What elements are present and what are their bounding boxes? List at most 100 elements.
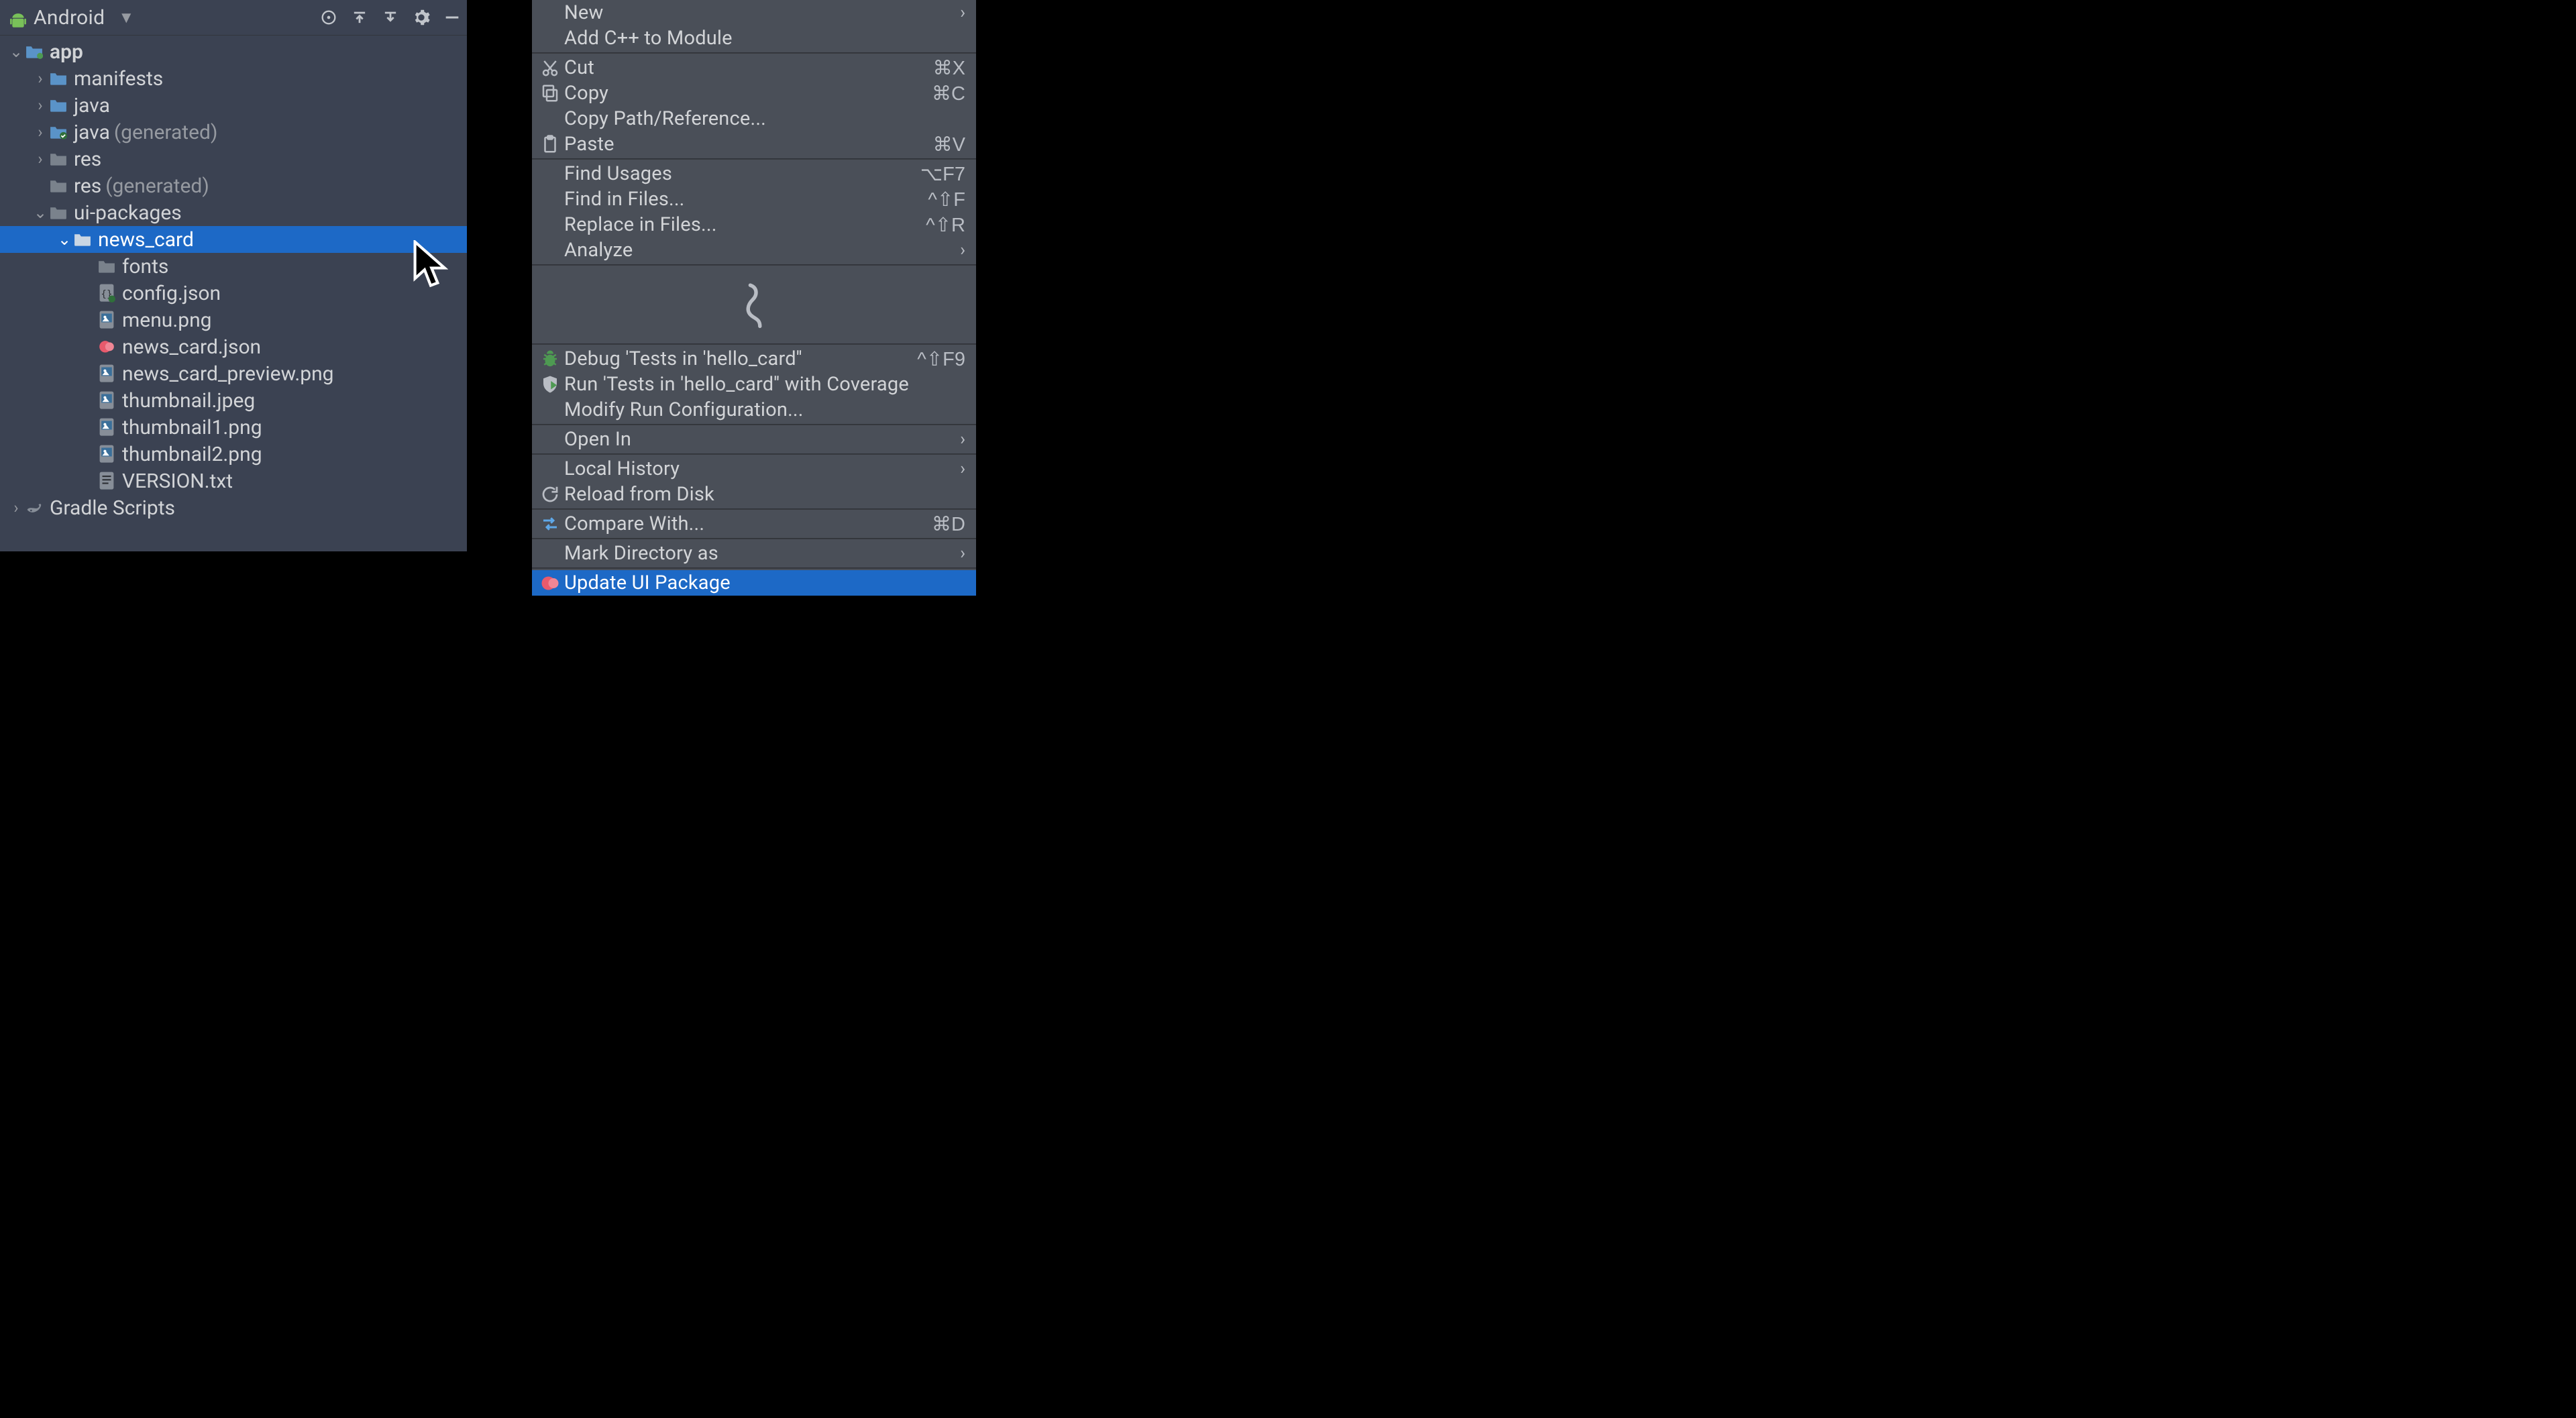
tree-row[interactable]: thumbnail1.png [0,414,467,441]
chevron-down-icon[interactable]: ⌄ [31,203,50,222]
menu-item-label: Cut [564,56,933,79]
menu-item-label: New [564,1,960,24]
menu-item-label: Copy [564,82,932,105]
menu-item-shortcut: ^⇧F [928,188,965,211]
app-module-icon [25,44,43,59]
tree-item-label: java [74,94,110,117]
blank-icon [540,111,560,127]
blank-icon [540,242,560,258]
menu-item-label: Open In [564,428,960,451]
chevron-right-icon[interactable]: › [31,69,50,88]
tree-row[interactable]: news_card.json [0,333,467,360]
menu-item[interactable]: Analyze› [532,237,976,263]
menu-item[interactable]: Open In› [532,427,976,452]
tree-item-suffix: (generated) [105,174,209,198]
tree-row[interactable]: VERSION.txt [0,468,467,494]
project-view-title: Android [34,6,105,30]
tree-row[interactable]: res(generated) [0,172,467,199]
menu-item[interactable]: Copy Path/Reference... [532,106,976,131]
tree-item-label: news_card_preview.png [122,362,333,386]
menu-item[interactable]: Mark Directory as› [532,541,976,566]
menu-item-label: Reload from Disk [564,483,965,506]
menu-item-label: Update UI Package [564,571,965,594]
tree-row[interactable]: menu.png [0,307,467,333]
tree-row[interactable]: ⌄app [0,38,467,65]
coverage-icon [540,376,560,392]
menu-item-label: Paste [564,133,933,156]
minimize-icon[interactable] [443,8,462,27]
tree-row[interactable]: › Gradle Scripts [0,494,467,521]
menu-item[interactable]: Debug 'Tests in 'hello_card''^⇧F9 [532,346,976,372]
menu-item[interactable]: Find Usages⌥F7 [532,161,976,186]
menu-item[interactable]: Cut⌘X [532,55,976,80]
tree-row[interactable]: thumbnail2.png [0,441,467,468]
menu-separator [532,453,976,455]
android-icon [9,9,27,26]
txt-icon [98,474,115,488]
tree-row[interactable]: ⌄news_card [0,226,467,253]
menu-item-label: Add C++ to Module [564,27,965,50]
flatten-icon[interactable] [350,8,369,27]
json-icon: {} [98,286,115,301]
sort-icon[interactable] [381,8,400,27]
tree-row[interactable]: ›res [0,146,467,172]
tree-row[interactable]: › java [0,92,467,119]
menu-separator [532,508,976,510]
chevron-right-icon[interactable]: › [31,96,50,115]
menu-item[interactable]: Local History› [532,456,976,482]
blank-icon [540,5,560,21]
chevron-right-icon[interactable]: › [31,123,50,142]
debug-icon [540,351,560,367]
tree-item-label: thumbnail2.png [122,443,262,466]
menu-item[interactable]: Add C++ to Module [532,25,976,51]
tree-row[interactable]: ›java(generated) [0,119,467,146]
menu-item[interactable]: Update UI Package [532,570,976,596]
relay-pink-icon [540,575,560,591]
tree-row[interactable]: thumbnail.jpeg [0,387,467,414]
gear-icon[interactable] [412,8,431,27]
png-icon [98,420,115,435]
chevron-down-icon[interactable]: ⌄ [55,230,74,249]
blank-icon [540,30,560,46]
chevron-down-icon[interactable]: ⌄ [7,42,25,61]
blank-icon [540,217,560,233]
menu-scroll-indicator [532,267,976,342]
menu-item-label: Analyze [564,239,960,262]
menu-item[interactable]: Reload from Disk [532,482,976,507]
chevron-down-icon: ▼ [118,8,134,28]
tree-row[interactable]: fonts [0,253,467,280]
project-panel-toolbar [319,8,462,27]
menu-item[interactable]: Modify Run Configuration... [532,397,976,423]
menu-separator [532,567,976,569]
chevron-right-icon: › [960,429,965,449]
chevron-right-icon[interactable]: › [7,498,25,517]
folder-sel-icon [74,232,91,247]
folder-icon [50,98,67,113]
tree-row[interactable]: news_card_preview.png [0,360,467,387]
blank-icon [540,431,560,447]
tree-item-label: thumbnail.jpeg [122,389,255,413]
tree-item-label: manifests [74,67,163,91]
tree-item-label: Gradle Scripts [50,496,175,520]
menu-item-label: Mark Directory as [564,542,960,565]
menu-item[interactable]: Run 'Tests in 'hello_card'' with Coverag… [532,372,976,397]
tree-row[interactable]: {}config.json [0,280,467,307]
select-opened-file-icon[interactable] [319,8,338,27]
menu-item-label: Compare With... [564,512,932,535]
menu-item-label: Debug 'Tests in 'hello_card'' [564,347,917,370]
tree-row[interactable]: ⌄ui-packages [0,199,467,226]
menu-item[interactable]: Replace in Files...^⇧R [532,212,976,237]
tree-item-suffix: (generated) [114,121,217,144]
menu-item[interactable]: Find in Files...^⇧F [532,186,976,212]
chevron-right-icon[interactable]: › [31,150,50,168]
context-menu: New›Add C++ to ModuleCut⌘XCopy⌘CCopy Pat… [532,0,976,596]
menu-item[interactable]: Paste⌘V [532,131,976,157]
menu-item-shortcut: ⌘V [933,133,965,156]
menu-separator [532,538,976,539]
tree-row[interactable]: › manifests [0,65,467,92]
project-view-selector[interactable]: Android ▼ [9,6,319,30]
menu-item[interactable]: Compare With...⌘D [532,511,976,537]
project-tree[interactable]: ⌄app › manifests › java›java(generated)›resr… [0,36,467,521]
menu-item[interactable]: Copy⌘C [532,80,976,106]
menu-item[interactable]: New› [532,0,976,25]
